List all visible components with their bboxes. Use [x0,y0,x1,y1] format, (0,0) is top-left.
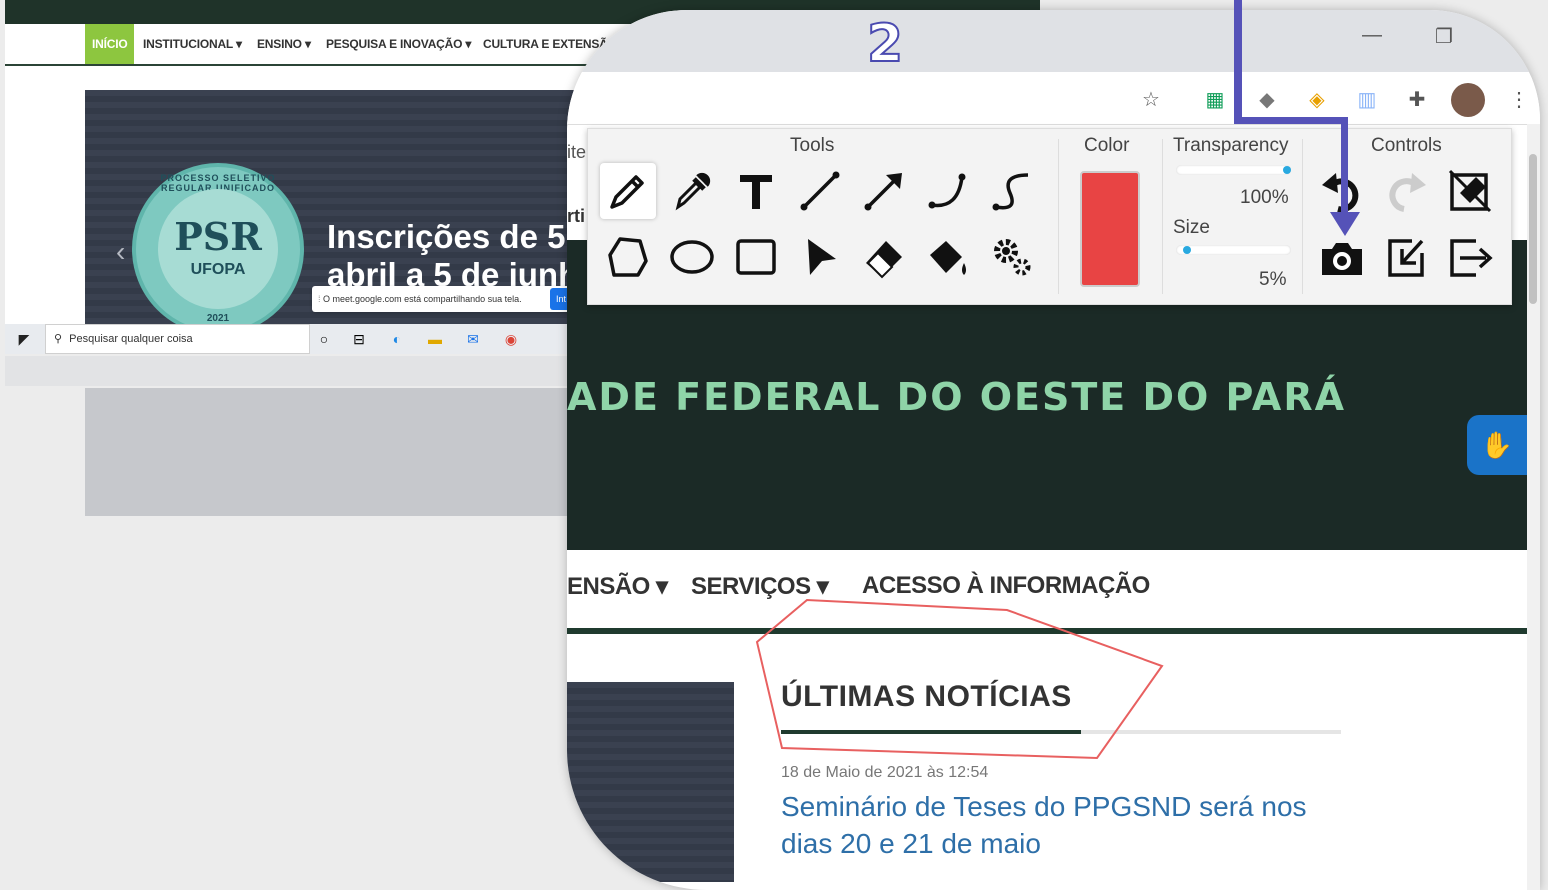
banner-headline: Inscrições de 5 abril a 5 de junh [327,218,578,294]
eyedropper-icon [675,172,711,211]
transparency-slider[interactable] [1176,165,1291,175]
eraser-tool[interactable] [856,229,912,285]
pencil-icon [610,175,644,209]
windows-taskbar: ◤ ⚲ Pesquisar qualquer coisa ○ ⊟ ◐ ▬ ✉ ◉ [5,324,570,354]
eraser-icon [866,241,902,279]
step-badge: 2 [866,14,904,74]
taskbar-search[interactable]: ⚲ Pesquisar qualquer coisa [45,324,310,354]
polygon-tool[interactable] [600,229,656,285]
rectangle-icon [736,239,776,275]
size-title: Size [1173,217,1210,238]
arrow-tool[interactable] [856,163,912,219]
controls-title: Controls [1371,135,1442,156]
nav-ensino[interactable]: ENSINO ▾ [257,24,311,64]
gears-icon [994,239,1031,276]
redo-icon [1389,173,1426,212]
clear-button[interactable] [1442,163,1498,219]
cursor-icon [808,239,836,275]
pointer-line [1234,0,1242,124]
edge-icon[interactable]: ◐ [388,330,406,348]
banner-headline-line1: Inscrições de 5 [327,218,566,255]
color-title: Color [1084,135,1130,156]
separator [1302,139,1303,294]
size-slider[interactable] [1176,245,1291,255]
mail-icon[interactable]: ✉ [464,330,482,348]
pencil-tool[interactable] [600,163,656,219]
tools-title: Tools [790,135,835,156]
search-icon: ⚲ [54,333,63,345]
exit-button[interactable] [1442,229,1498,285]
save-button[interactable] [1378,229,1434,285]
paint-bucket-icon [930,241,966,275]
nav-inicio[interactable]: INÍCIO [85,24,135,64]
task-view-icon[interactable]: ⊟ [350,330,368,348]
meet-notice-text: O meet.google.com está compartilhando su… [323,294,522,304]
psr-seal-logo: PROCESSO SELETIVO REGULAR UNIFICADO PSR … [132,163,304,335]
transparency-slider-handle[interactable] [1283,166,1291,174]
settings-tool[interactable] [984,229,1040,285]
text-icon [740,175,772,209]
save-edit-icon [1388,239,1424,277]
zoom-bubble: — ❐ ☆ ▦ ◆ ◈ ▥ ✚ ⋮ ite rti ADE FEDERAL DO… [567,10,1540,890]
ellipse-tool[interactable] [664,229,720,285]
transparency-value: 100% [1240,187,1289,208]
psr-seal-year: 2021 [206,313,230,324]
polygon-icon [608,237,648,277]
ellipse-icon [670,240,714,274]
arrow-icon [864,173,902,211]
nav-institucional[interactable]: INSTITUCIONAL ▾ [143,24,242,64]
chevron-left-icon[interactable]: ‹ [116,236,125,268]
rectangle-tool[interactable] [728,229,784,285]
bezier-tool[interactable] [984,163,1040,219]
cortana-icon[interactable]: ○ [315,330,333,348]
pointer-tool[interactable] [792,229,848,285]
reflection-effect [5,356,570,516]
separator [1058,139,1059,294]
pointer-line [1234,117,1348,124]
psr-seal-sub: UFOPA [190,261,246,278]
curve-tool[interactable] [920,163,976,219]
text-tool[interactable] [728,163,784,219]
taskbar-search-placeholder: Pesquisar qualquer coisa [69,333,193,345]
line-tool[interactable] [792,163,848,219]
bezier-icon [992,173,1029,211]
pointer-arrowhead [1330,212,1360,236]
color-swatch[interactable] [1080,171,1140,287]
eyedropper-tool[interactable] [664,163,720,219]
fill-tool[interactable] [920,229,976,285]
size-slider-handle[interactable] [1183,246,1192,254]
annotation-toolbar: Tools Color Transparency Controls 100% S… [587,128,1512,305]
exit-icon [1450,239,1493,277]
transparency-title: Transparency [1173,135,1289,156]
size-value: 5% [1259,269,1287,290]
windows-start-icon[interactable]: ◤ [15,330,33,348]
chrome-icon[interactable]: ◉ [502,330,520,348]
meet-share-notice: ⁞ O meet.google.com está compartilhando … [312,286,572,312]
separator [1162,139,1163,294]
line-icon [800,171,840,211]
clear-canvas-icon [1448,169,1492,213]
file-explorer-icon[interactable]: ▬ [426,330,444,348]
psr-seal-main: PSR [174,214,262,259]
pointer-line [1341,117,1348,217]
nav-pesquisa[interactable]: PESQUISA E INOVAÇÃO ▾ [326,24,471,64]
curve-icon [928,173,966,209]
drag-handle-icon[interactable]: ⁞ [318,294,321,304]
redo-button[interactable] [1378,163,1434,219]
